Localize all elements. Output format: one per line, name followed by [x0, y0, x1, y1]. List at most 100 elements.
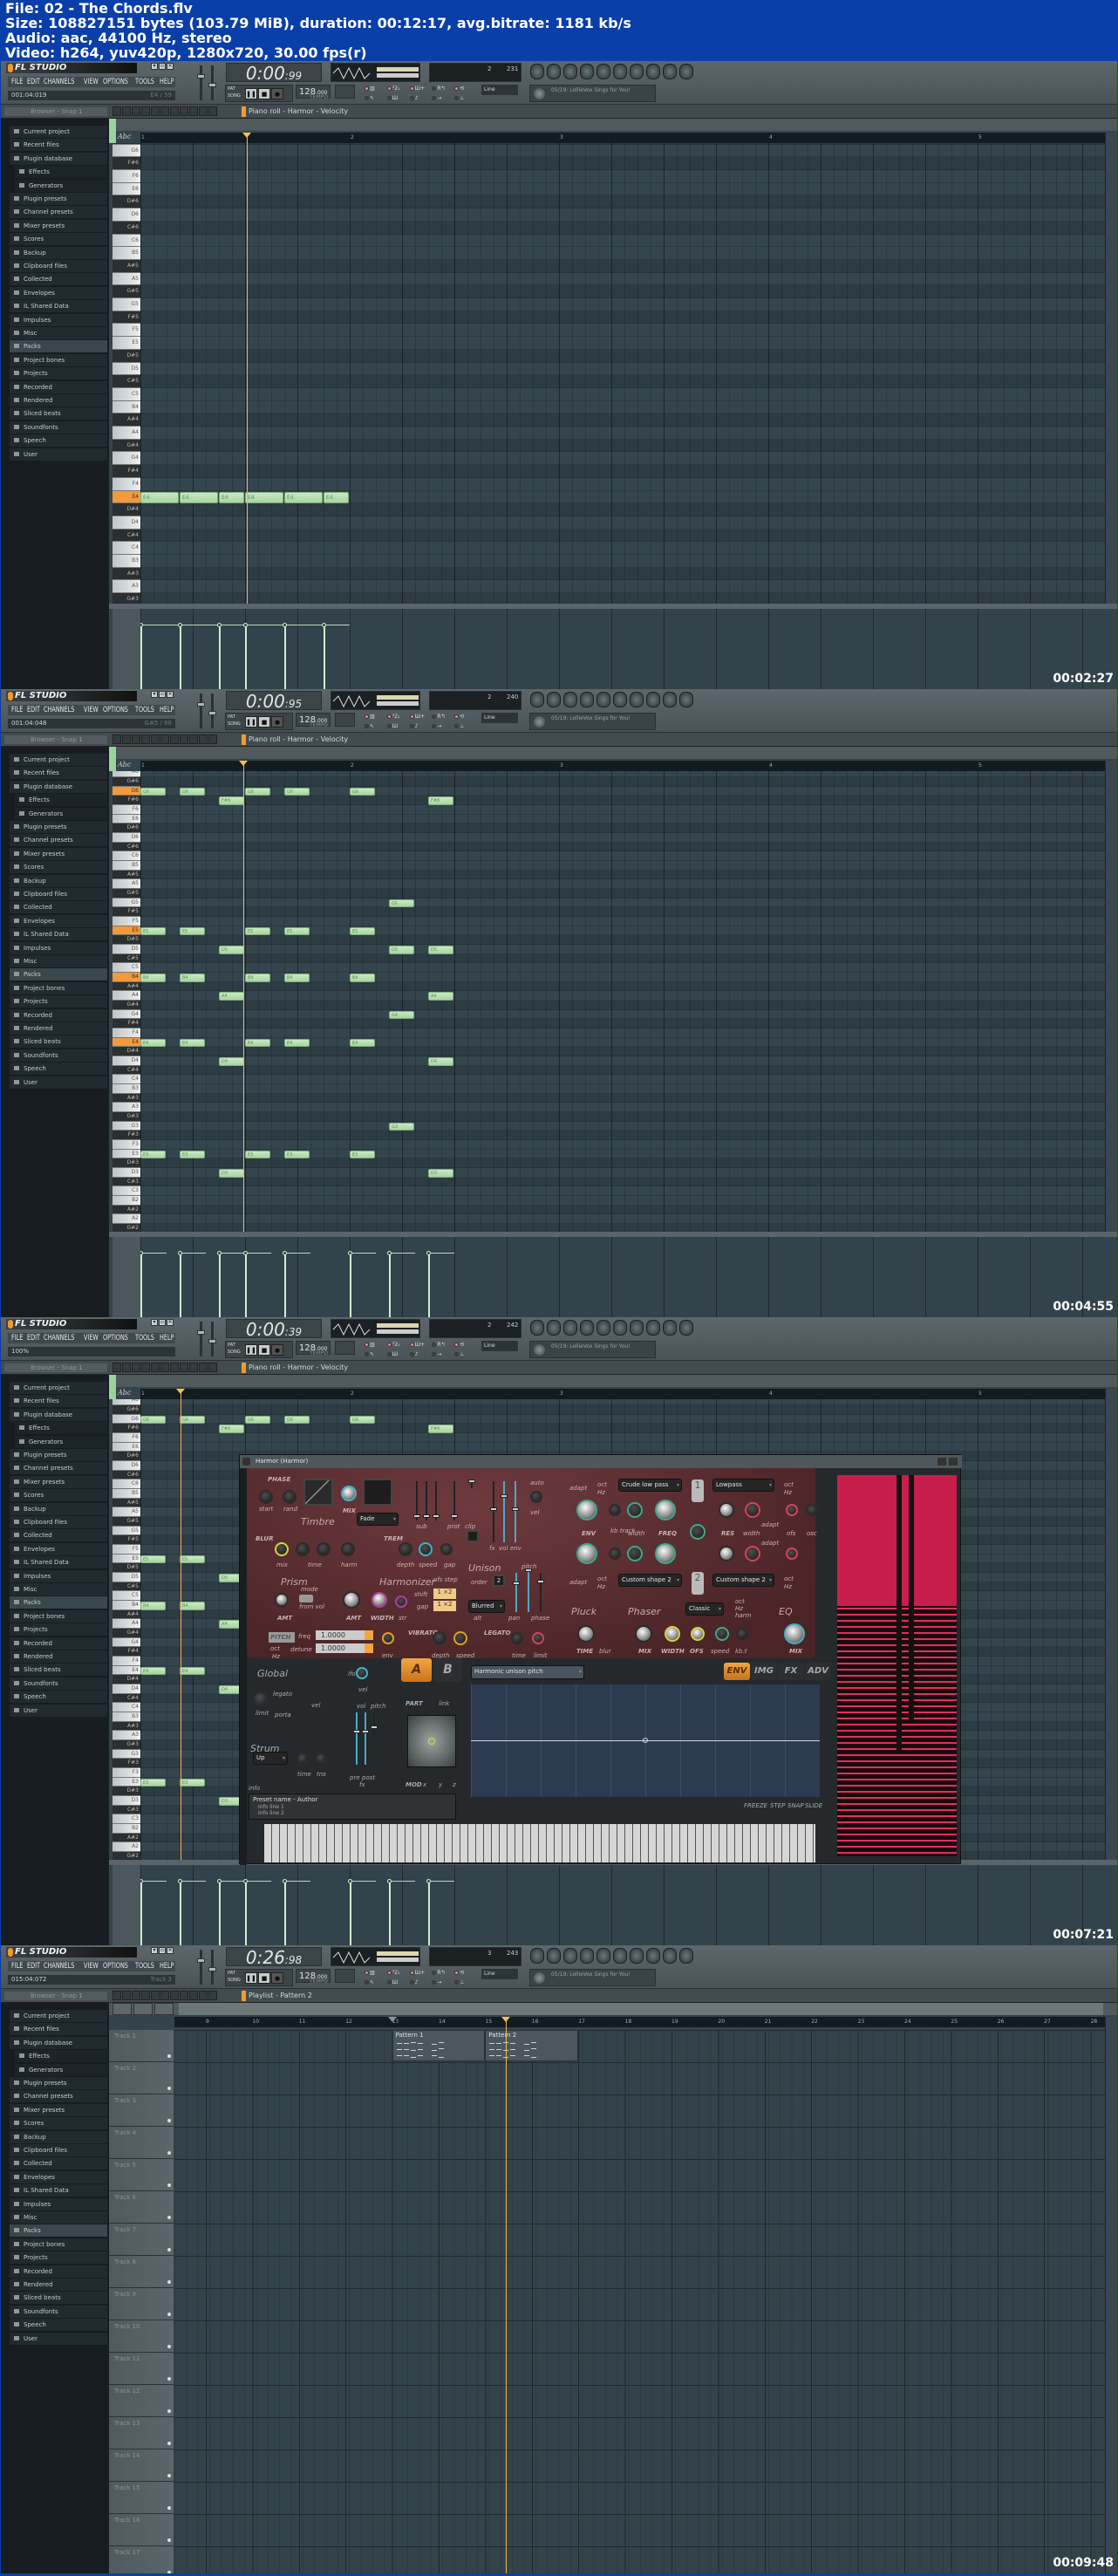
- piano-roll-shortcut-icon[interactable]: [563, 64, 577, 79]
- piano-key[interactable]: A#2: [112, 1205, 140, 1215]
- piano-key[interactable]: F6: [112, 170, 140, 183]
- piano-key[interactable]: C#4: [112, 1693, 140, 1704]
- slider-handle[interactable]: [512, 1507, 519, 1511]
- piano-key[interactable]: A4: [112, 991, 140, 1001]
- note-Fsharp6[interactable]: F#6: [219, 1425, 244, 1433]
- blur-time-1-knob[interactable]: [296, 1542, 310, 1556]
- browser-shortcut-icon[interactable]: [580, 1948, 594, 1964]
- playback-icon[interactable]: [199, 735, 208, 744]
- browser-item[interactable]: Rendered: [10, 394, 107, 407]
- browser-item[interactable]: IL Shared Data: [10, 928, 107, 941]
- browser-item[interactable]: Collected: [10, 273, 107, 286]
- piano-key[interactable]: B5: [112, 1489, 140, 1499]
- track-header[interactable]: Track 11: [109, 2353, 174, 2385]
- pattern-selector[interactable]: [335, 85, 355, 99]
- render-shortcut-icon[interactable]: [646, 692, 660, 707]
- velocity-bar[interactable]: [284, 1253, 286, 1317]
- note-E4[interactable]: E4: [180, 491, 218, 504]
- select-icon[interactable]: [180, 735, 188, 744]
- note-G6[interactable]: G6: [140, 787, 166, 796]
- browser-item[interactable]: Scores: [10, 2117, 107, 2130]
- browser-item[interactable]: Mixer presets: [10, 1475, 107, 1488]
- browser-item[interactable]: Soundfonts: [10, 1049, 107, 1062]
- velocity-bar[interactable]: [219, 1253, 221, 1317]
- piano-key[interactable]: E5: [112, 337, 140, 350]
- pencil-icon[interactable]: [141, 106, 150, 116]
- piano-key[interactable]: F5: [112, 324, 140, 338]
- velocity-bar[interactable]: [389, 1881, 391, 1945]
- piano-key[interactable]: C#5: [112, 375, 140, 388]
- piano-key[interactable]: A4: [112, 1619, 140, 1630]
- toggle-2[interactable]: Ш+: [409, 85, 432, 93]
- piano-roll-shortcut-icon[interactable]: [563, 692, 577, 707]
- env-slider[interactable]: [512, 1481, 519, 1542]
- toggle-0[interactable]: ▥: [365, 1341, 386, 1349]
- filter-freq-knob[interactable]: [655, 1500, 676, 1520]
- track-indicator-icon[interactable]: [167, 2119, 171, 2122]
- track-indicator-icon[interactable]: [167, 2442, 171, 2445]
- pencil-icon[interactable]: [141, 1991, 150, 2000]
- piano-key[interactable]: D4: [112, 1684, 140, 1694]
- note-E5[interactable]: E5: [140, 1554, 166, 1564]
- piano-key[interactable]: F3: [112, 1768, 140, 1778]
- piano-key[interactable]: C4: [112, 542, 140, 556]
- toggle-8[interactable]: →: [432, 1350, 453, 1359]
- note-B4[interactable]: B4: [180, 974, 205, 982]
- track-indicator-icon[interactable]: [167, 2377, 171, 2381]
- menu-options[interactable]: OPTIONS: [103, 1334, 128, 1343]
- piano-key[interactable]: C6: [112, 851, 140, 861]
- velocity-handle[interactable]: [426, 1251, 431, 1256]
- phaser-speed-knob[interactable]: [715, 1627, 729, 1641]
- menu-file[interactable]: FILE: [11, 78, 23, 86]
- filter2-freq-knob[interactable]: [655, 1543, 676, 1564]
- speaker-icon[interactable]: [208, 106, 217, 116]
- piano-key[interactable]: G#5: [112, 285, 140, 299]
- browser-item[interactable]: Recorded: [10, 2265, 107, 2278]
- browser-item[interactable]: Current project: [10, 1382, 107, 1394]
- zoom-icon[interactable]: [189, 106, 198, 116]
- pencil-icon[interactable]: [141, 1363, 150, 1372]
- strum-tns-knob[interactable]: [315, 1753, 327, 1765]
- timbre-1-waveform[interactable]: [303, 1479, 333, 1506]
- zoom-icon[interactable]: [189, 1363, 198, 1372]
- note-D4[interactable]: D4: [428, 1057, 453, 1066]
- close-icon[interactable]: ✕: [167, 63, 174, 70]
- browser-item[interactable]: Mixer presets: [10, 219, 107, 232]
- browser-item[interactable]: User: [10, 1704, 107, 1717]
- panel-title[interactable]: Playlist - Pattern 2: [242, 1991, 312, 2001]
- piano-key[interactable]: D6: [112, 208, 140, 222]
- velocity-bar[interactable]: [245, 1253, 247, 1317]
- slider-handle[interactable]: [490, 1507, 497, 1511]
- piano-key[interactable]: D4: [112, 1056, 140, 1066]
- menu-help[interactable]: HELP: [160, 1334, 174, 1343]
- browser-item[interactable]: Recorded: [10, 1636, 107, 1650]
- pencil-shortcut-icon[interactable]: [679, 692, 693, 707]
- classic-dropdown[interactable]: Classic: [685, 1602, 724, 1616]
- toggle-8[interactable]: →: [432, 722, 453, 731]
- playhead-marker-icon[interactable]: [242, 133, 252, 138]
- menu-file[interactable]: FILE: [11, 1962, 23, 1971]
- track-indicator-icon[interactable]: [167, 2538, 171, 2542]
- piano-key[interactable]: E3: [112, 1777, 140, 1787]
- velocity-bar[interactable]: [219, 625, 221, 689]
- note-E4[interactable]: E4: [140, 1038, 166, 1048]
- lfo-knob[interactable]: [356, 1667, 368, 1679]
- speaker-icon[interactable]: [208, 1991, 217, 2000]
- piano-key[interactable]: C#5: [112, 1582, 140, 1592]
- note-E4[interactable]: E4: [350, 1038, 375, 1048]
- stop-button[interactable]: ■: [258, 716, 270, 728]
- master-volume-slider[interactable]: [197, 65, 205, 100]
- pencil-shortcut-icon[interactable]: [679, 1948, 693, 1964]
- piano-key[interactable]: G#2: [112, 1224, 140, 1232]
- step-sequencer-shortcut-icon[interactable]: [547, 692, 561, 707]
- unison-pitch-slider[interactable]: [525, 1568, 532, 1612]
- save-shortcut-icon[interactable]: [630, 1320, 644, 1336]
- piano-roll-shortcut-icon[interactable]: [563, 1948, 577, 1964]
- toggle-2[interactable]: Ш+: [409, 1969, 432, 1978]
- browser-item[interactable]: Speech: [10, 434, 107, 448]
- browser-item[interactable]: Backup: [10, 246, 107, 259]
- menu-tools[interactable]: TOOLS: [135, 78, 154, 86]
- part-b-tab[interactable]: B: [433, 1658, 462, 1682]
- magnet-icon[interactable]: [132, 1363, 140, 1372]
- browser-item[interactable]: Clipboard files: [10, 260, 107, 272]
